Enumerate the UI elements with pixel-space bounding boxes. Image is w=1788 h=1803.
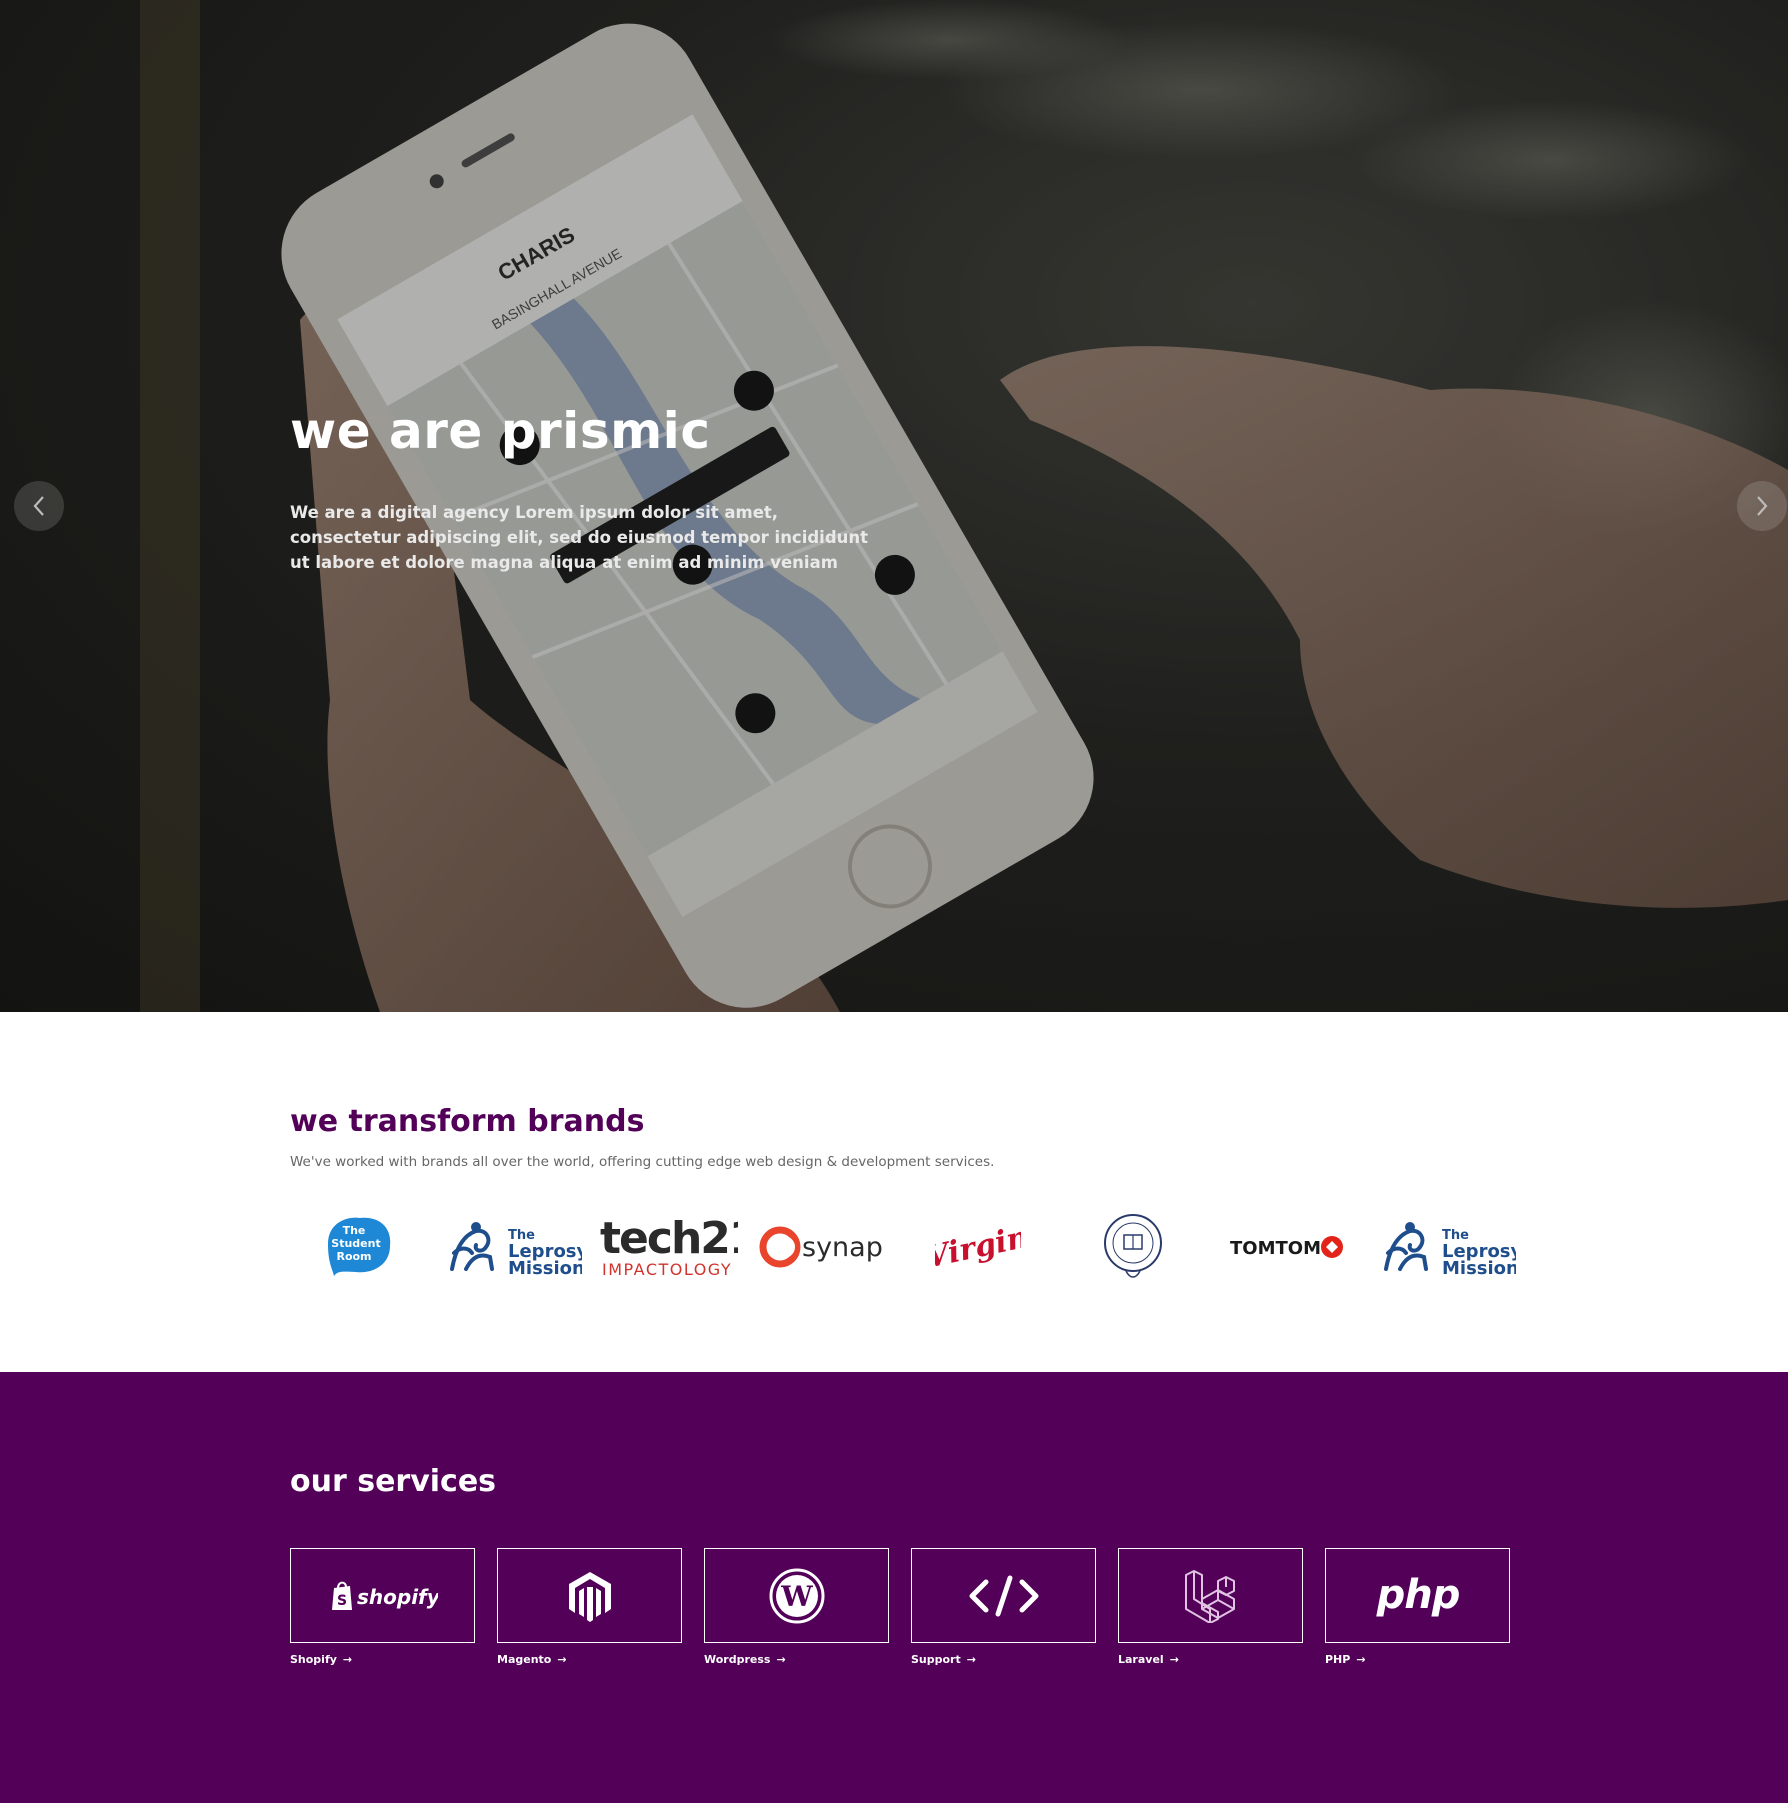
service-label: Wordpress — [704, 1653, 771, 1666]
hero-slider: CHARIS BASINGHALL AVENUE we are prismic … — [0, 0, 1788, 1012]
hero-dark-overlay — [0, 0, 1788, 1012]
svg-text:Room: Room — [336, 1250, 371, 1263]
chevron-left-icon — [33, 496, 44, 516]
php-icon: php — [1375, 1572, 1460, 1618]
hero-intro-text: We are a digital agency Lorem ipsum dolo… — [290, 503, 869, 572]
svg-text:S: S — [336, 1593, 346, 1609]
slider-prev-button[interactable] — [14, 481, 64, 531]
arrow-right-icon: → — [966, 1653, 976, 1666]
service-magento-link[interactable]: Magento → — [497, 1653, 682, 1666]
brands-title: we transform brands — [290, 1104, 645, 1139]
arrow-right-icon: → — [557, 1653, 567, 1666]
service-wordpress-tile[interactable]: W — [704, 1548, 889, 1643]
svg-text:IMPACTOLOGY: IMPACTOLOGY — [602, 1260, 732, 1279]
service-magento-tile[interactable] — [497, 1548, 682, 1643]
service-shopify-tile[interactable]: S shopify — [290, 1548, 475, 1643]
logo-tomtom: TOMTOM — [1228, 1207, 1348, 1287]
service-shopify-link[interactable]: Shopify → — [290, 1653, 475, 1666]
service-php-tile[interactable]: php — [1325, 1548, 1510, 1643]
arrow-right-icon: → — [1169, 1653, 1179, 1666]
magento-icon — [568, 1571, 611, 1622]
svg-text:Student: Student — [331, 1237, 380, 1250]
hero-heading: we are prismic — [290, 402, 711, 460]
service-php: php PHP → — [1325, 1548, 1510, 1666]
services-title: our services — [290, 1464, 497, 1499]
brands-description: We've worked with brands all over the wo… — [290, 1154, 995, 1170]
logo-the-leprosy-mission: The Leprosy Mission — [446, 1207, 582, 1287]
service-support-link[interactable]: Support → — [911, 1653, 1096, 1666]
svg-text:shopify: shopify — [357, 1585, 438, 1609]
svg-text:tech21: tech21 — [600, 1215, 738, 1264]
svg-text:TOMTOM: TOMTOM — [1230, 1238, 1321, 1259]
wordpress-icon: W — [769, 1568, 824, 1623]
service-support: Support → — [911, 1548, 1096, 1666]
service-label: Support — [911, 1653, 961, 1666]
logo-tech21: tech21 IMPACTOLOGY — [598, 1207, 738, 1287]
logo-synap: synap — [758, 1207, 888, 1287]
service-support-tile[interactable] — [911, 1548, 1096, 1643]
service-laravel: Laravel → — [1118, 1548, 1303, 1666]
service-label: PHP — [1325, 1653, 1351, 1666]
brands-section: we transform brands We've worked with br… — [0, 1012, 1788, 1372]
slider-next-button[interactable] — [1737, 481, 1787, 531]
svg-text:Mission: Mission — [508, 1258, 582, 1277]
svg-text:synap: synap — [802, 1232, 883, 1263]
services-section: our services S shopify Shopify → Magento — [0, 1372, 1788, 1803]
code-icon — [969, 1575, 1038, 1616]
logo-virgin: Virgin — [935, 1207, 1021, 1287]
svg-text:php: php — [1375, 1572, 1459, 1618]
service-magento: Magento → — [497, 1548, 682, 1666]
svg-text:The: The — [343, 1224, 366, 1237]
laravel-icon — [1184, 1569, 1235, 1623]
service-php-link[interactable]: PHP → — [1325, 1653, 1510, 1666]
service-shopify: S shopify Shopify → — [290, 1548, 475, 1666]
svg-text:Mission: Mission — [1442, 1258, 1516, 1277]
svg-text:W: W — [780, 1580, 813, 1613]
svg-text:Virgin: Virgin — [935, 1220, 1021, 1276]
arrow-right-icon: → — [776, 1653, 786, 1666]
chevron-right-icon — [1757, 496, 1768, 516]
service-wordpress-link[interactable]: Wordpress → — [704, 1653, 889, 1666]
logo-the-student-room: The Student Room — [318, 1207, 398, 1287]
shopify-icon: S shopify — [331, 1581, 438, 1610]
service-label: Magento — [497, 1653, 552, 1666]
logo-the-leprosy-mission-2: The Leprosy Mission — [1380, 1207, 1516, 1287]
arrow-right-icon: → — [1356, 1653, 1366, 1666]
service-label: Shopify — [290, 1653, 337, 1666]
arrow-right-icon: → — [342, 1653, 353, 1666]
logo-university-of-oxford — [1100, 1207, 1166, 1287]
service-label: Laravel — [1118, 1653, 1164, 1666]
service-laravel-tile[interactable] — [1118, 1548, 1303, 1643]
service-laravel-link[interactable]: Laravel → — [1118, 1653, 1303, 1666]
service-wordpress: W Wordpress → — [704, 1548, 889, 1666]
